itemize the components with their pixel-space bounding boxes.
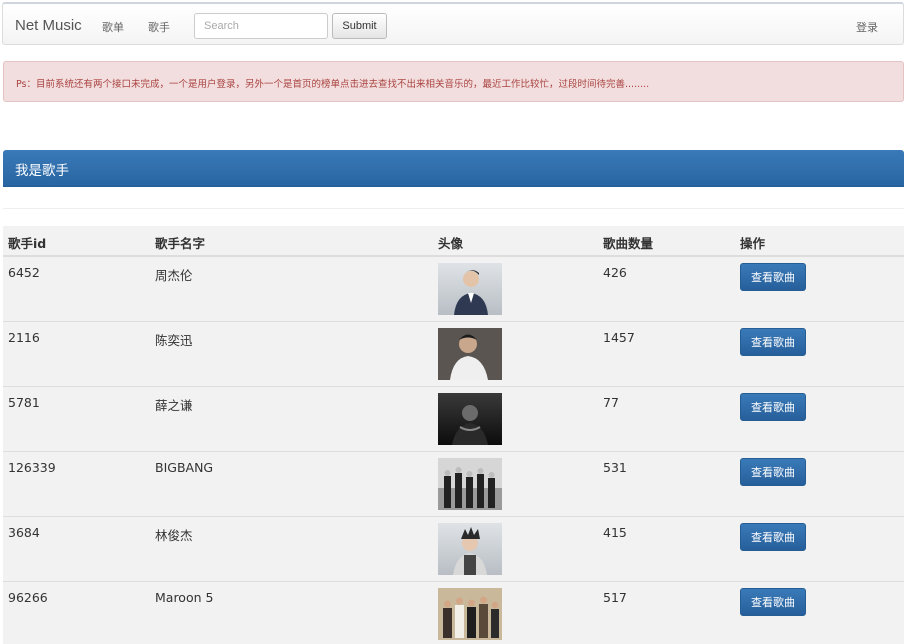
search-input[interactable] (194, 13, 328, 39)
singer-id: 3684 (8, 525, 40, 540)
group-photo (438, 458, 502, 510)
avatar-photo (438, 393, 502, 445)
singer-avatar (438, 588, 502, 640)
table-row: 5781 薛之谦 77 查看歌曲 (3, 387, 904, 452)
avatar-photo (438, 263, 502, 315)
singer-avatar (438, 523, 502, 575)
avatar-photo (438, 523, 502, 575)
view-songs-button[interactable]: 查看歌曲 (740, 393, 806, 421)
submit-button[interactable]: Submit (332, 13, 387, 39)
singer-avatar (438, 328, 502, 380)
header-singer-name: 歌手名字 (155, 236, 206, 251)
header-singer-id: 歌手id (8, 236, 47, 251)
nav-link-singer[interactable]: 歌手 (148, 19, 170, 35)
navbar: Net Music 歌单 歌手 Submit 登录 (2, 2, 904, 45)
singer-name: 周杰伦 (155, 268, 193, 283)
song-count: 1457 (603, 330, 635, 345)
singer-id: 6452 (8, 265, 40, 280)
header-avatar: 头像 (438, 236, 464, 251)
header-actions: 操作 (740, 236, 766, 251)
view-songs-button[interactable]: 查看歌曲 (740, 263, 806, 291)
song-count: 517 (603, 590, 627, 605)
nav-link-songlist[interactable]: 歌单 (102, 19, 124, 35)
login-link[interactable]: 登录 (856, 19, 878, 35)
view-songs-button[interactable]: 查看歌曲 (740, 523, 806, 551)
singer-name: 薛之谦 (155, 398, 193, 413)
singer-id: 96266 (8, 590, 48, 605)
notice-text: Ps：目前系统还有两个接口未完成，一个是用户登录，另外一个是首页的榜单点击进去查… (16, 79, 650, 90)
singer-name: BIGBANG (155, 460, 214, 475)
singer-name: 林俊杰 (155, 528, 193, 543)
singer-id: 126339 (8, 460, 56, 475)
singer-avatar (438, 393, 502, 445)
table-row: 126339 BIGBANG 531 查看歌曲 (3, 452, 904, 517)
header-song-count: 歌曲数量 (603, 236, 654, 251)
table-row: 3684 林俊杰 415 查看歌曲 (3, 517, 904, 582)
singer-id: 5781 (8, 395, 40, 410)
divider (3, 208, 904, 209)
singer-name: 陈奕迅 (155, 333, 193, 348)
view-songs-button[interactable]: 查看歌曲 (740, 328, 806, 356)
singer-avatar (438, 458, 502, 510)
song-count: 531 (603, 460, 627, 475)
table-header-row: 歌手id 歌手名字 头像 歌曲数量 操作 (3, 226, 904, 257)
singer-avatar (438, 263, 502, 315)
song-count: 426 (603, 265, 627, 280)
panel-title: 我是歌手 (15, 163, 69, 179)
table-row: 2116 陈奕迅 1457 查看歌曲 (3, 322, 904, 387)
singer-table: 歌手id 歌手名字 头像 歌曲数量 操作 6452 周杰伦 426 查看歌曲 2116 陈… (3, 226, 904, 644)
notice-alert: Ps：目前系统还有两个接口未完成，一个是用户登录，另外一个是首页的榜单点击进去查… (3, 61, 904, 102)
table-row: 96266 Maroon 5 517 查看歌曲 (3, 582, 904, 644)
group-photo (438, 588, 502, 640)
view-songs-button[interactable]: 查看歌曲 (740, 458, 806, 486)
singer-name: Maroon 5 (155, 590, 214, 605)
view-songs-button[interactable]: 查看歌曲 (740, 588, 806, 616)
song-count: 77 (603, 395, 619, 410)
song-count: 415 (603, 525, 627, 540)
panel-heading: 我是歌手 (3, 150, 904, 187)
table-row: 6452 周杰伦 426 查看歌曲 (3, 257, 904, 322)
avatar-photo (438, 328, 502, 380)
brand-logo[interactable]: Net Music (15, 17, 82, 34)
singer-id: 2116 (8, 330, 40, 345)
